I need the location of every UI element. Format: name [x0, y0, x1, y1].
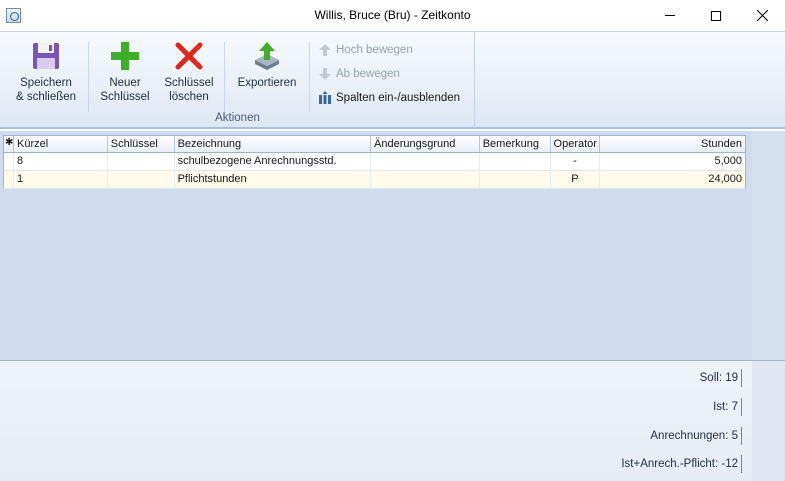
move-down-label: Ab bewegen	[336, 68, 400, 80]
close-icon	[756, 10, 768, 21]
column-header-aenderungsgrund[interactable]: Änderungsgrund	[371, 136, 480, 152]
cell-schluessel[interactable]	[108, 153, 175, 170]
delete-x-icon	[175, 42, 203, 70]
summary-total: Ist+Anrech.-Pflicht: -12	[621, 458, 738, 470]
summary-soll: Soll: 19	[699, 372, 738, 384]
save-label-line1: Speichern	[20, 77, 72, 89]
title-bar: Willis, Bruce (Bru) - Zeitkonto	[0, 0, 785, 31]
ribbon-separator	[309, 42, 310, 112]
data-grid: ✱ Kürzel Schlüssel Bezeichnung Änderungs…	[3, 135, 746, 189]
cell-kuerzel[interactable]: 1	[14, 171, 108, 188]
cell-bezeichnung[interactable]: Pflichtstunden	[175, 171, 372, 188]
column-header-kuerzel[interactable]: Kürzel	[14, 136, 108, 152]
arrow-up-icon	[319, 44, 331, 56]
columns-icon	[319, 91, 331, 104]
table-row[interactable]: 8 schulbezogene Anrechnungsstd. - 5,000	[3, 153, 746, 171]
toggle-columns-label: Spalten ein-/ausblenden	[336, 92, 461, 104]
ribbon: Speichern & schließen Neuer Schlüssel Sc…	[0, 31, 785, 129]
cell-kuerzel[interactable]: 8	[14, 153, 108, 170]
summary-divider	[741, 455, 742, 473]
row-selector[interactable]	[4, 153, 14, 170]
vertical-scroll-area	[752, 131, 785, 360]
new-row-marker-icon[interactable]: ✱	[4, 136, 14, 152]
ribbon-group-label: Aktionen	[215, 112, 260, 124]
column-header-operator[interactable]: Operator	[551, 136, 601, 152]
delete-key-button[interactable]: Schlüssel löschen	[160, 40, 218, 104]
summary-panel: Soll: 19 Ist: 7 Anrechnungen: 5 Ist+Anre…	[0, 360, 785, 481]
save-label-line2: & schließen	[15, 91, 77, 103]
summary-ist: Ist: 7	[713, 401, 738, 413]
cell-schluessel[interactable]	[108, 171, 175, 188]
cell-aenderungsgrund[interactable]	[371, 171, 480, 188]
grid-header: ✱ Kürzel Schlüssel Bezeichnung Änderungs…	[3, 135, 746, 153]
delete-key-label-line1: Schlüssel	[164, 77, 214, 89]
cell-stunden[interactable]: 24,000	[600, 171, 745, 188]
move-up-label: Hoch bewegen	[336, 44, 413, 56]
close-button[interactable]	[739, 0, 785, 31]
summary-side-area	[752, 361, 785, 481]
arrow-down-icon	[319, 68, 331, 80]
move-up-button[interactable]: Hoch bewegen	[318, 41, 413, 59]
row-selector[interactable]	[4, 171, 14, 188]
export-label: Exportieren	[237, 77, 297, 89]
ribbon-group-actions: Speichern & schließen Neuer Schlüssel Sc…	[0, 32, 475, 128]
move-down-button[interactable]: Ab bewegen	[318, 65, 400, 83]
maximize-button[interactable]	[693, 0, 739, 31]
new-key-button[interactable]: Neuer Schlüssel	[96, 40, 154, 104]
summary-divider	[741, 427, 742, 445]
column-header-bezeichnung[interactable]: Bezeichnung	[175, 136, 372, 152]
maximize-icon	[711, 10, 721, 21]
floppy-disk-icon	[33, 43, 59, 69]
plus-icon	[111, 42, 139, 70]
minimize-icon	[665, 15, 675, 16]
column-header-schluessel[interactable]: Schlüssel	[108, 136, 175, 152]
summary-divider	[741, 398, 742, 416]
grid-area: ✱ Kürzel Schlüssel Bezeichnung Änderungs…	[0, 131, 785, 360]
cell-bezeichnung[interactable]: schulbezogene Anrechnungsstd.	[175, 153, 372, 170]
export-icon	[255, 42, 279, 70]
toggle-columns-button[interactable]: Spalten ein-/ausblenden	[318, 89, 460, 107]
delete-key-label-line2: löschen	[169, 91, 209, 103]
new-key-label-line2: Schlüssel	[100, 91, 150, 103]
column-header-stunden[interactable]: Stunden	[600, 136, 745, 152]
cell-bemerkung[interactable]	[480, 171, 551, 188]
cell-operator[interactable]: P	[551, 171, 601, 188]
ribbon-separator	[88, 42, 89, 112]
export-button[interactable]: Exportieren	[232, 40, 302, 90]
ribbon-separator	[224, 42, 225, 112]
minimize-button[interactable]	[647, 0, 693, 31]
cell-operator[interactable]: -	[551, 153, 601, 170]
column-header-bemerkung[interactable]: Bemerkung	[480, 136, 551, 152]
cell-stunden[interactable]: 5,000	[600, 153, 745, 170]
cell-bemerkung[interactable]	[480, 153, 551, 170]
summary-divider	[741, 369, 742, 387]
table-row[interactable]: 1 Pflichtstunden P 24,000	[3, 171, 746, 189]
summary-anrechnungen: Anrechnungen: 5	[650, 430, 738, 442]
save-and-close-button[interactable]: Speichern & schließen	[10, 40, 82, 104]
new-key-label-line1: Neuer	[109, 77, 141, 89]
cell-aenderungsgrund[interactable]	[371, 153, 480, 170]
